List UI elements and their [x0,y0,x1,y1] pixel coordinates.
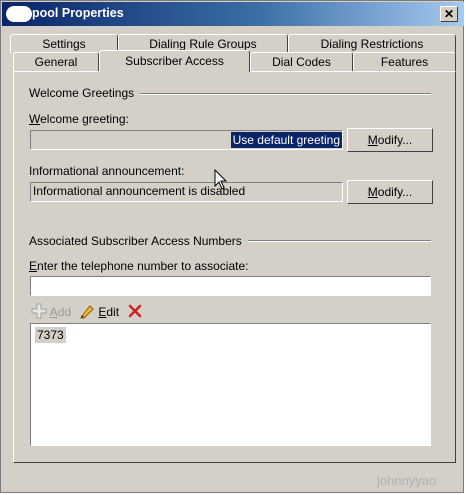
edit-button[interactable]: Edit [79,303,119,321]
red-x-icon [128,304,142,318]
tab-features[interactable]: Features [353,52,456,71]
numbers-list[interactable]: 7373 [30,323,431,446]
properties-dialog: pool Properties ✕ Settings Dialing Rule … [0,0,464,493]
watermark: johnnyyao [377,473,437,488]
window-title: pool Properties [32,6,124,20]
tab-general[interactable]: General [13,52,99,71]
modify-announcement-button[interactable]: Modify... [347,180,433,204]
mouse-pointer-icon [214,169,228,190]
welcome-greeting-field[interactable]: Use default greeting [30,130,343,150]
pencil-icon [80,305,94,319]
close-button[interactable]: ✕ [440,6,458,22]
announcement-field[interactable]: Informational announcement is disabled [30,182,343,202]
enter-number-label: Enter the telephone number to associate: [29,259,249,273]
add-button[interactable]: Add [31,303,71,321]
list-item[interactable]: 7373 [35,327,66,343]
redacted-title-prefix [6,6,32,22]
access-group-title: Associated Subscriber Access Numbers [29,234,248,248]
announcement-label: Informational announcement: [29,164,185,178]
welcome-greeting-label: Welcome greeting: [29,112,129,126]
plus-icon [31,303,47,319]
phone-number-input[interactable] [30,276,431,296]
tab-dialing-restrictions[interactable]: Dialing Restrictions [288,34,456,53]
remove-button[interactable] [127,303,143,322]
welcome-greeting-value: Use default greeting [230,132,342,148]
tab-dial-codes[interactable]: Dial Codes [250,52,353,71]
modify-greeting-button[interactable]: Modify... [347,128,433,152]
welcome-group-title: Welcome Greetings [29,86,141,100]
tab-subscriber-access[interactable]: Subscriber Access [99,50,250,72]
title-bar[interactable]: pool Properties ✕ [2,2,464,26]
